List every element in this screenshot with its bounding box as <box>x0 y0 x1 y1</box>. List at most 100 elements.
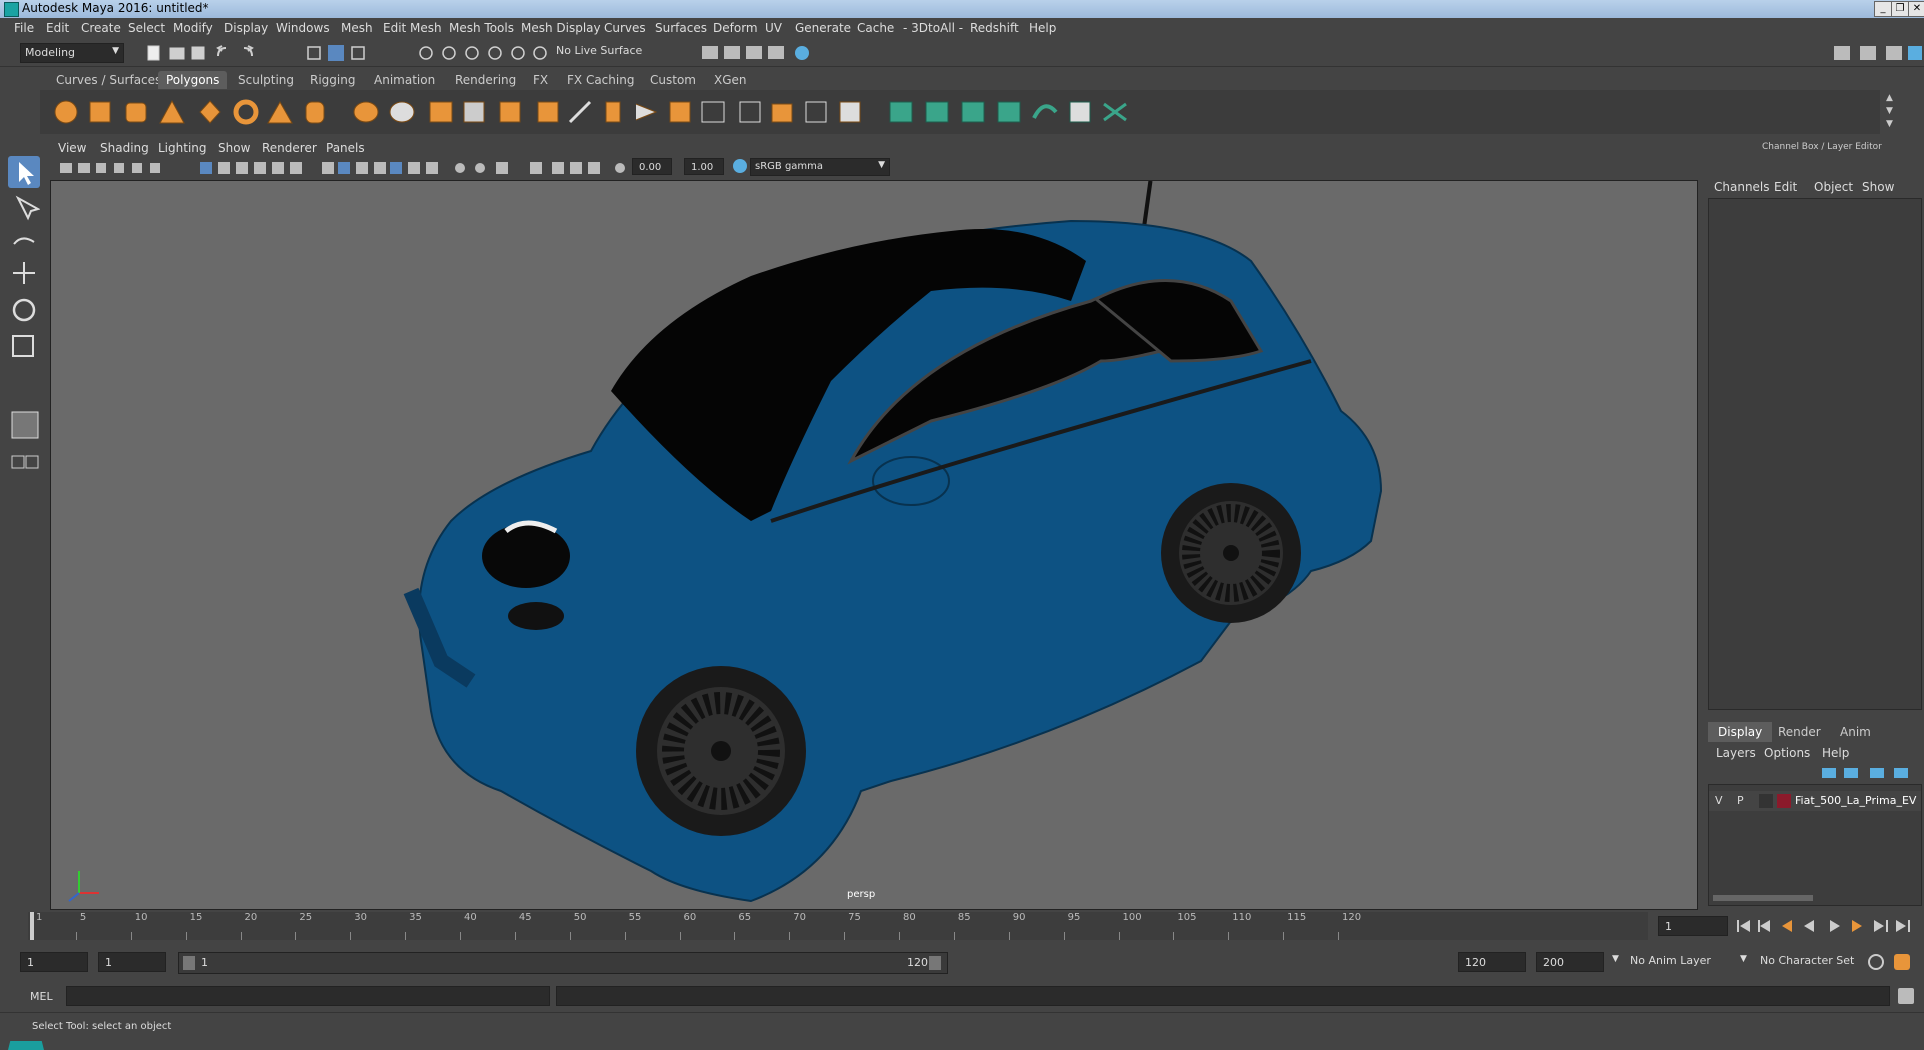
channel-box-area[interactable] <box>1708 198 1922 710</box>
layer-row[interactable]: V P Fiat_500_La_Prima_EV <box>1709 791 1921 811</box>
restore-button[interactable]: ❐ <box>1891 1 1909 17</box>
viewport-value-field-b[interactable]: 1.00 <box>684 158 724 175</box>
command-result-field <box>556 986 1890 1006</box>
menu-cache[interactable]: Cache <box>857 21 894 35</box>
channel-menu-object[interactable]: Object <box>1814 180 1853 194</box>
command-language-label[interactable]: MEL <box>30 990 53 1003</box>
animation-end-field[interactable]: 200 <box>1536 952 1604 972</box>
vp-menu-shading[interactable]: Shading <box>100 141 149 155</box>
live-surface-label[interactable]: No Live Surface <box>556 44 642 57</box>
layer-scrollbar[interactable] <box>1713 895 1813 901</box>
car-3d-model[interactable] <box>51 181 1697 909</box>
current-frame-field[interactable]: 1 <box>1658 916 1728 936</box>
vp-menu-lighting[interactable]: Lighting <box>158 141 207 155</box>
vp-menu-panels[interactable]: Panels <box>326 141 365 155</box>
animation-start-field[interactable]: 1 <box>20 952 88 972</box>
channel-menu-edit[interactable]: Edit <box>1774 180 1797 194</box>
menu-select[interactable]: Select <box>128 21 165 35</box>
prefs-icon[interactable] <box>1894 954 1910 970</box>
layer-name[interactable]: Fiat_500_La_Prima_EV <box>1795 794 1916 807</box>
layer-playback[interactable]: P <box>1737 794 1744 807</box>
menu-surfaces[interactable]: Surfaces <box>655 21 707 35</box>
shelf-tab-custom[interactable]: Custom <box>642 71 704 89</box>
minimize-button[interactable]: _ <box>1874 1 1892 17</box>
vp-menu-show[interactable]: Show <box>218 141 250 155</box>
timeline-tick-label: 65 <box>738 912 752 923</box>
vp-menu-renderer[interactable]: Renderer <box>262 141 317 155</box>
menu-deform[interactable]: Deform <box>713 21 758 35</box>
menu-3dtoall[interactable]: - 3DtoAll - <box>903 21 963 35</box>
channel-menu-show[interactable]: Show <box>1862 180 1894 194</box>
close-button[interactable]: ✕ <box>1908 1 1924 17</box>
toolbox-tools[interactable] <box>8 156 40 496</box>
chevron-down-icon[interactable]: ▼ <box>1612 954 1619 964</box>
menu-modify[interactable]: Modify <box>173 21 213 35</box>
shelf-tab-polygons[interactable]: Polygons <box>158 71 228 89</box>
perspective-viewport[interactable]: persp <box>50 180 1698 910</box>
menu-help[interactable]: Help <box>1029 21 1056 35</box>
layer-menu-layers[interactable]: Layers <box>1716 746 1756 760</box>
workspace-icons[interactable] <box>1828 42 1924 64</box>
layer-color-swatch[interactable] <box>1777 794 1791 808</box>
mode-dropdown[interactable]: Modeling ▼ <box>20 43 124 63</box>
layer-tab-anim[interactable]: Anim <box>1830 722 1881 742</box>
layer-type-box[interactable] <box>1759 794 1773 808</box>
shelf-tab-xgen[interactable]: XGen <box>706 71 755 89</box>
timeline-tick-label: 75 <box>848 912 861 923</box>
range-end-handle[interactable] <box>929 956 941 970</box>
menu-generate[interactable]: Generate <box>795 21 851 35</box>
layer-tab-display[interactable]: Display <box>1708 722 1773 742</box>
layer-menu-options[interactable]: Options <box>1764 746 1810 760</box>
auto-key-icon[interactable] <box>1868 954 1884 970</box>
playback-end-field[interactable]: 120 <box>1458 952 1526 972</box>
character-set-dropdown[interactable]: No Character Set <box>1760 954 1854 967</box>
chevron-down-icon[interactable]: ▼ <box>1740 954 1747 964</box>
timeline-ruler[interactable]: 1 5 10 15 20 25 30 35 40 45 50 55 60 65 70 75 80 85 90 95 10… <box>28 912 1648 940</box>
menu-uv[interactable]: UV <box>765 21 782 35</box>
render-icons[interactable] <box>700 42 840 64</box>
script-editor-icon[interactable] <box>1898 988 1914 1004</box>
menu-file[interactable]: File <box>14 21 34 35</box>
shelf-tab-sculpting[interactable]: Sculpting <box>230 71 302 89</box>
menu-windows[interactable]: Windows <box>276 21 330 35</box>
menu-mesh-tools[interactable]: Mesh Tools <box>449 21 514 35</box>
menu-create[interactable]: Create <box>81 21 121 35</box>
menu-mesh[interactable]: Mesh <box>341 21 373 35</box>
shelf-tab-curves-surfaces[interactable]: Curves / Surfaces <box>48 71 169 89</box>
timeline-tick-mark <box>75 932 77 940</box>
layer-menu-help[interactable]: Help <box>1822 746 1849 760</box>
menu-curves[interactable]: Curves <box>604 21 646 35</box>
channel-box-title: Channel Box / Layer Editor <box>1762 142 1882 152</box>
layer-visibility[interactable]: V <box>1715 794 1723 807</box>
color-management-icon[interactable] <box>733 159 747 173</box>
menu-edit-mesh[interactable]: Edit Mesh <box>383 21 442 35</box>
timeline-tick-mark <box>295 932 297 940</box>
timeline-tick-mark <box>789 932 791 940</box>
channel-menu-channels[interactable]: Channels <box>1714 180 1770 194</box>
range-start-handle[interactable] <box>183 956 195 970</box>
menu-edit[interactable]: Edit <box>46 21 69 35</box>
color-space-dropdown[interactable]: sRGB gamma ▼ <box>750 158 890 176</box>
shelf-tab-rendering[interactable]: Rendering <box>447 71 524 89</box>
menu-display[interactable]: Display <box>224 21 268 35</box>
shelf-tab-animation[interactable]: Animation <box>366 71 443 89</box>
help-line: Select Tool: select an object <box>0 1012 1924 1041</box>
layer-tab-render[interactable]: Render <box>1768 722 1831 742</box>
shelf-icon-row[interactable] <box>50 98 1190 128</box>
timeline-tick-mark <box>130 932 132 940</box>
shelf-scroll-arrows[interactable]: ▲ ▼ ▼ <box>1886 92 1896 132</box>
menu-mesh-display[interactable]: Mesh Display <box>521 21 601 35</box>
vp-menu-view[interactable]: View <box>58 141 86 155</box>
range-slider[interactable]: 1 120 <box>178 952 948 974</box>
layer-action-icons[interactable] <box>1820 766 1920 780</box>
current-time-indicator[interactable] <box>30 912 34 940</box>
playback-controls[interactable] <box>1734 916 1920 936</box>
playback-start-field[interactable]: 1 <box>98 952 166 972</box>
menu-redshift[interactable]: Redshift <box>970 21 1019 35</box>
shelf-tab-rigging[interactable]: Rigging <box>302 71 363 89</box>
shelf-tab-fx-caching[interactable]: FX Caching <box>559 71 642 89</box>
command-input[interactable] <box>66 986 550 1006</box>
viewport-value-field-a[interactable]: 0.00 <box>632 158 672 175</box>
shelf-tab-fx[interactable]: FX <box>525 71 556 89</box>
anim-layer-dropdown[interactable]: No Anim Layer <box>1630 954 1711 967</box>
